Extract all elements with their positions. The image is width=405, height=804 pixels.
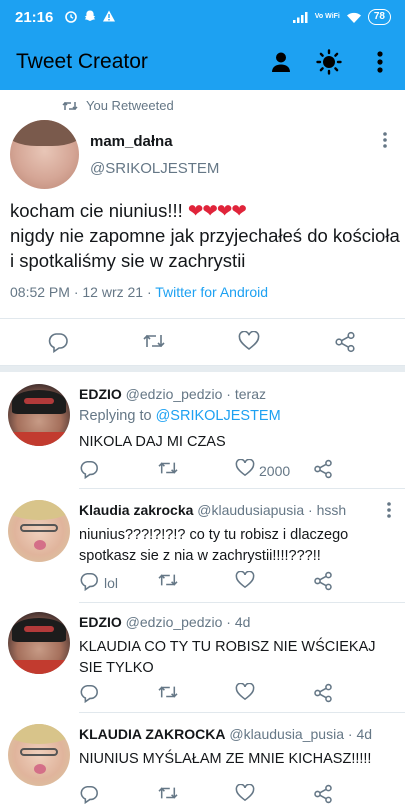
warning-icon bbox=[102, 9, 116, 23]
reply-actions: 2000 bbox=[0, 459, 405, 483]
reply-icon[interactable] bbox=[79, 683, 99, 703]
share-icon[interactable] bbox=[313, 459, 333, 479]
reply-author-handle[interactable]: @klaudusiapusia bbox=[197, 502, 304, 518]
reply-author-handle[interactable]: @edzio_pedzio bbox=[126, 386, 223, 402]
share-icon[interactable] bbox=[313, 784, 333, 804]
reply-time: teraz bbox=[234, 386, 266, 402]
reply-author-name[interactable]: EDZIO bbox=[79, 386, 122, 402]
main-tweet: You Retweeted mam_dałna @SRIKOLJESTEM ko… bbox=[0, 90, 405, 366]
share-icon[interactable] bbox=[313, 683, 333, 703]
separator-dot: · bbox=[226, 386, 231, 402]
profile-icon[interactable] bbox=[268, 49, 294, 75]
divider bbox=[79, 712, 405, 713]
snapchat-icon bbox=[83, 9, 97, 23]
reply-text: NIKOLA DAJ MI CZAS bbox=[79, 434, 226, 450]
status-bar: 21:16 Vo WiFi 78 bbox=[0, 0, 405, 36]
reply-more-icon[interactable] bbox=[387, 502, 401, 522]
reply-icon[interactable] bbox=[79, 459, 99, 479]
divider bbox=[79, 602, 405, 603]
replying-to-handle[interactable]: @SRIKOLJESTEM bbox=[156, 408, 281, 424]
tweet-source[interactable]: Twitter for Android bbox=[155, 284, 268, 300]
separator-dot: · bbox=[308, 502, 313, 518]
avatar[interactable] bbox=[8, 384, 70, 446]
like-icon[interactable] bbox=[238, 331, 260, 351]
reply-time: 4d bbox=[234, 614, 251, 630]
tweet-meta: 08:52 PM · 12 wrz 21 · Twitter for Andro… bbox=[10, 284, 268, 300]
reply-item[interactable]: EDZIO @edzio_pedzio · teraz Replying to … bbox=[0, 384, 405, 498]
reply-author-name[interactable]: KLAUDIA ZAKROCKA bbox=[79, 726, 225, 742]
alarm-icon bbox=[64, 9, 78, 23]
signal-icon bbox=[292, 11, 309, 23]
theme-toggle-icon[interactable] bbox=[316, 49, 342, 75]
tweet-text: kocham cie niunius!!! ❤❤❤❤ nigdy nie zap… bbox=[10, 198, 400, 273]
reply-header: Klaudia zakrocka @klaudusiapusia · hssh bbox=[79, 502, 346, 518]
reply-author-name[interactable]: Klaudia zakrocka bbox=[79, 502, 193, 518]
tweet-actions bbox=[0, 328, 405, 358]
author-name[interactable]: mam_dałna bbox=[90, 133, 173, 150]
reply-header: EDZIO @edzio_pedzio · 4d bbox=[79, 614, 250, 630]
replying-to: Replying to @SRIKOLJESTEM bbox=[79, 408, 281, 424]
battery-indicator: 78 bbox=[367, 9, 391, 25]
reply-icon[interactable] bbox=[47, 331, 69, 353]
retweet-icon[interactable] bbox=[157, 459, 179, 477]
reply-text: KLAUDIA CO TY TU ROBISZ NIE WŚCIEKAJ SIE… bbox=[79, 639, 376, 676]
share-icon[interactable] bbox=[313, 571, 333, 591]
retweet-icon[interactable] bbox=[142, 331, 166, 351]
reply-time: 4d bbox=[356, 726, 373, 742]
avatar[interactable] bbox=[8, 612, 70, 674]
tweet-more-icon[interactable] bbox=[383, 132, 397, 152]
reply-text: niunius???!?!?!? co ty tu robisz i dlacz… bbox=[79, 527, 349, 564]
like-count: 2000 bbox=[259, 463, 291, 479]
reply-actions bbox=[0, 784, 405, 804]
reply-author-name[interactable]: EDZIO bbox=[79, 614, 122, 630]
reply-author-handle[interactable]: @klaudusia_pusia bbox=[229, 726, 344, 742]
reply-count: lol bbox=[104, 575, 119, 591]
replying-prefix: Replying to bbox=[79, 408, 156, 424]
app-bar: Tweet Creator bbox=[0, 36, 405, 90]
wifi-icon bbox=[346, 11, 362, 24]
like-icon[interactable] bbox=[235, 784, 255, 802]
reply-actions: lol bbox=[0, 571, 405, 595]
reply-header: EDZIO @edzio_pedzio · teraz bbox=[79, 386, 266, 402]
tweet-text-line1: kocham cie niunius!!! bbox=[10, 200, 183, 221]
reply-item[interactable]: KLAUDIA ZAKROCKA @klaudusia_pusia · 4d N… bbox=[0, 724, 405, 804]
divider bbox=[0, 318, 405, 319]
like-icon[interactable] bbox=[235, 459, 255, 477]
app-title: Tweet Creator bbox=[16, 50, 148, 73]
retweet-icon[interactable] bbox=[157, 784, 179, 802]
section-divider bbox=[0, 366, 405, 372]
reply-icon[interactable] bbox=[79, 571, 99, 591]
overflow-menu-icon[interactable] bbox=[367, 49, 393, 75]
reply-author-handle[interactable]: @edzio_pedzio bbox=[126, 614, 223, 630]
heart-emojis: ❤❤❤❤ bbox=[187, 200, 247, 221]
retweet-indicator: You Retweeted bbox=[62, 98, 174, 113]
tweet-text-line2: nigdy nie zapomne jak przyjechałeś do ko… bbox=[10, 225, 400, 271]
separator-dot: · bbox=[226, 614, 231, 630]
reply-icon[interactable] bbox=[79, 784, 99, 804]
divider bbox=[79, 488, 405, 489]
retweet-icon[interactable] bbox=[157, 571, 179, 589]
retweet-icon[interactable] bbox=[157, 683, 179, 701]
like-icon[interactable] bbox=[235, 571, 255, 589]
retweet-label: You Retweeted bbox=[86, 98, 174, 113]
reply-header: KLAUDIA ZAKROCKA @klaudusia_pusia · 4d bbox=[79, 726, 372, 742]
tweet-timestamp: 08:52 PM · 12 wrz 21 · bbox=[10, 284, 156, 300]
avatar[interactable] bbox=[10, 120, 79, 189]
reply-text: NIUNIUS MYŚLAŁAM ZE MNIE KICHASZ!!!!! bbox=[79, 751, 372, 767]
separator-dot: · bbox=[347, 726, 353, 742]
like-icon[interactable] bbox=[235, 683, 255, 701]
author-handle[interactable]: @SRIKOLJESTEM bbox=[90, 160, 219, 177]
network-label: Vo WiFi bbox=[314, 13, 340, 20]
reply-item[interactable]: Klaudia zakrocka @klaudusiapusia · hssh … bbox=[0, 500, 405, 612]
status-time: 21:16 bbox=[15, 9, 54, 26]
retweet-icon bbox=[62, 100, 78, 112]
reply-actions bbox=[0, 683, 405, 707]
reply-time: hssh bbox=[316, 502, 347, 518]
avatar[interactable] bbox=[8, 724, 70, 786]
share-icon[interactable] bbox=[334, 331, 356, 353]
reply-item[interactable]: EDZIO @edzio_pedzio · 4d KLAUDIA CO TY T… bbox=[0, 612, 405, 720]
avatar[interactable] bbox=[8, 500, 70, 562]
